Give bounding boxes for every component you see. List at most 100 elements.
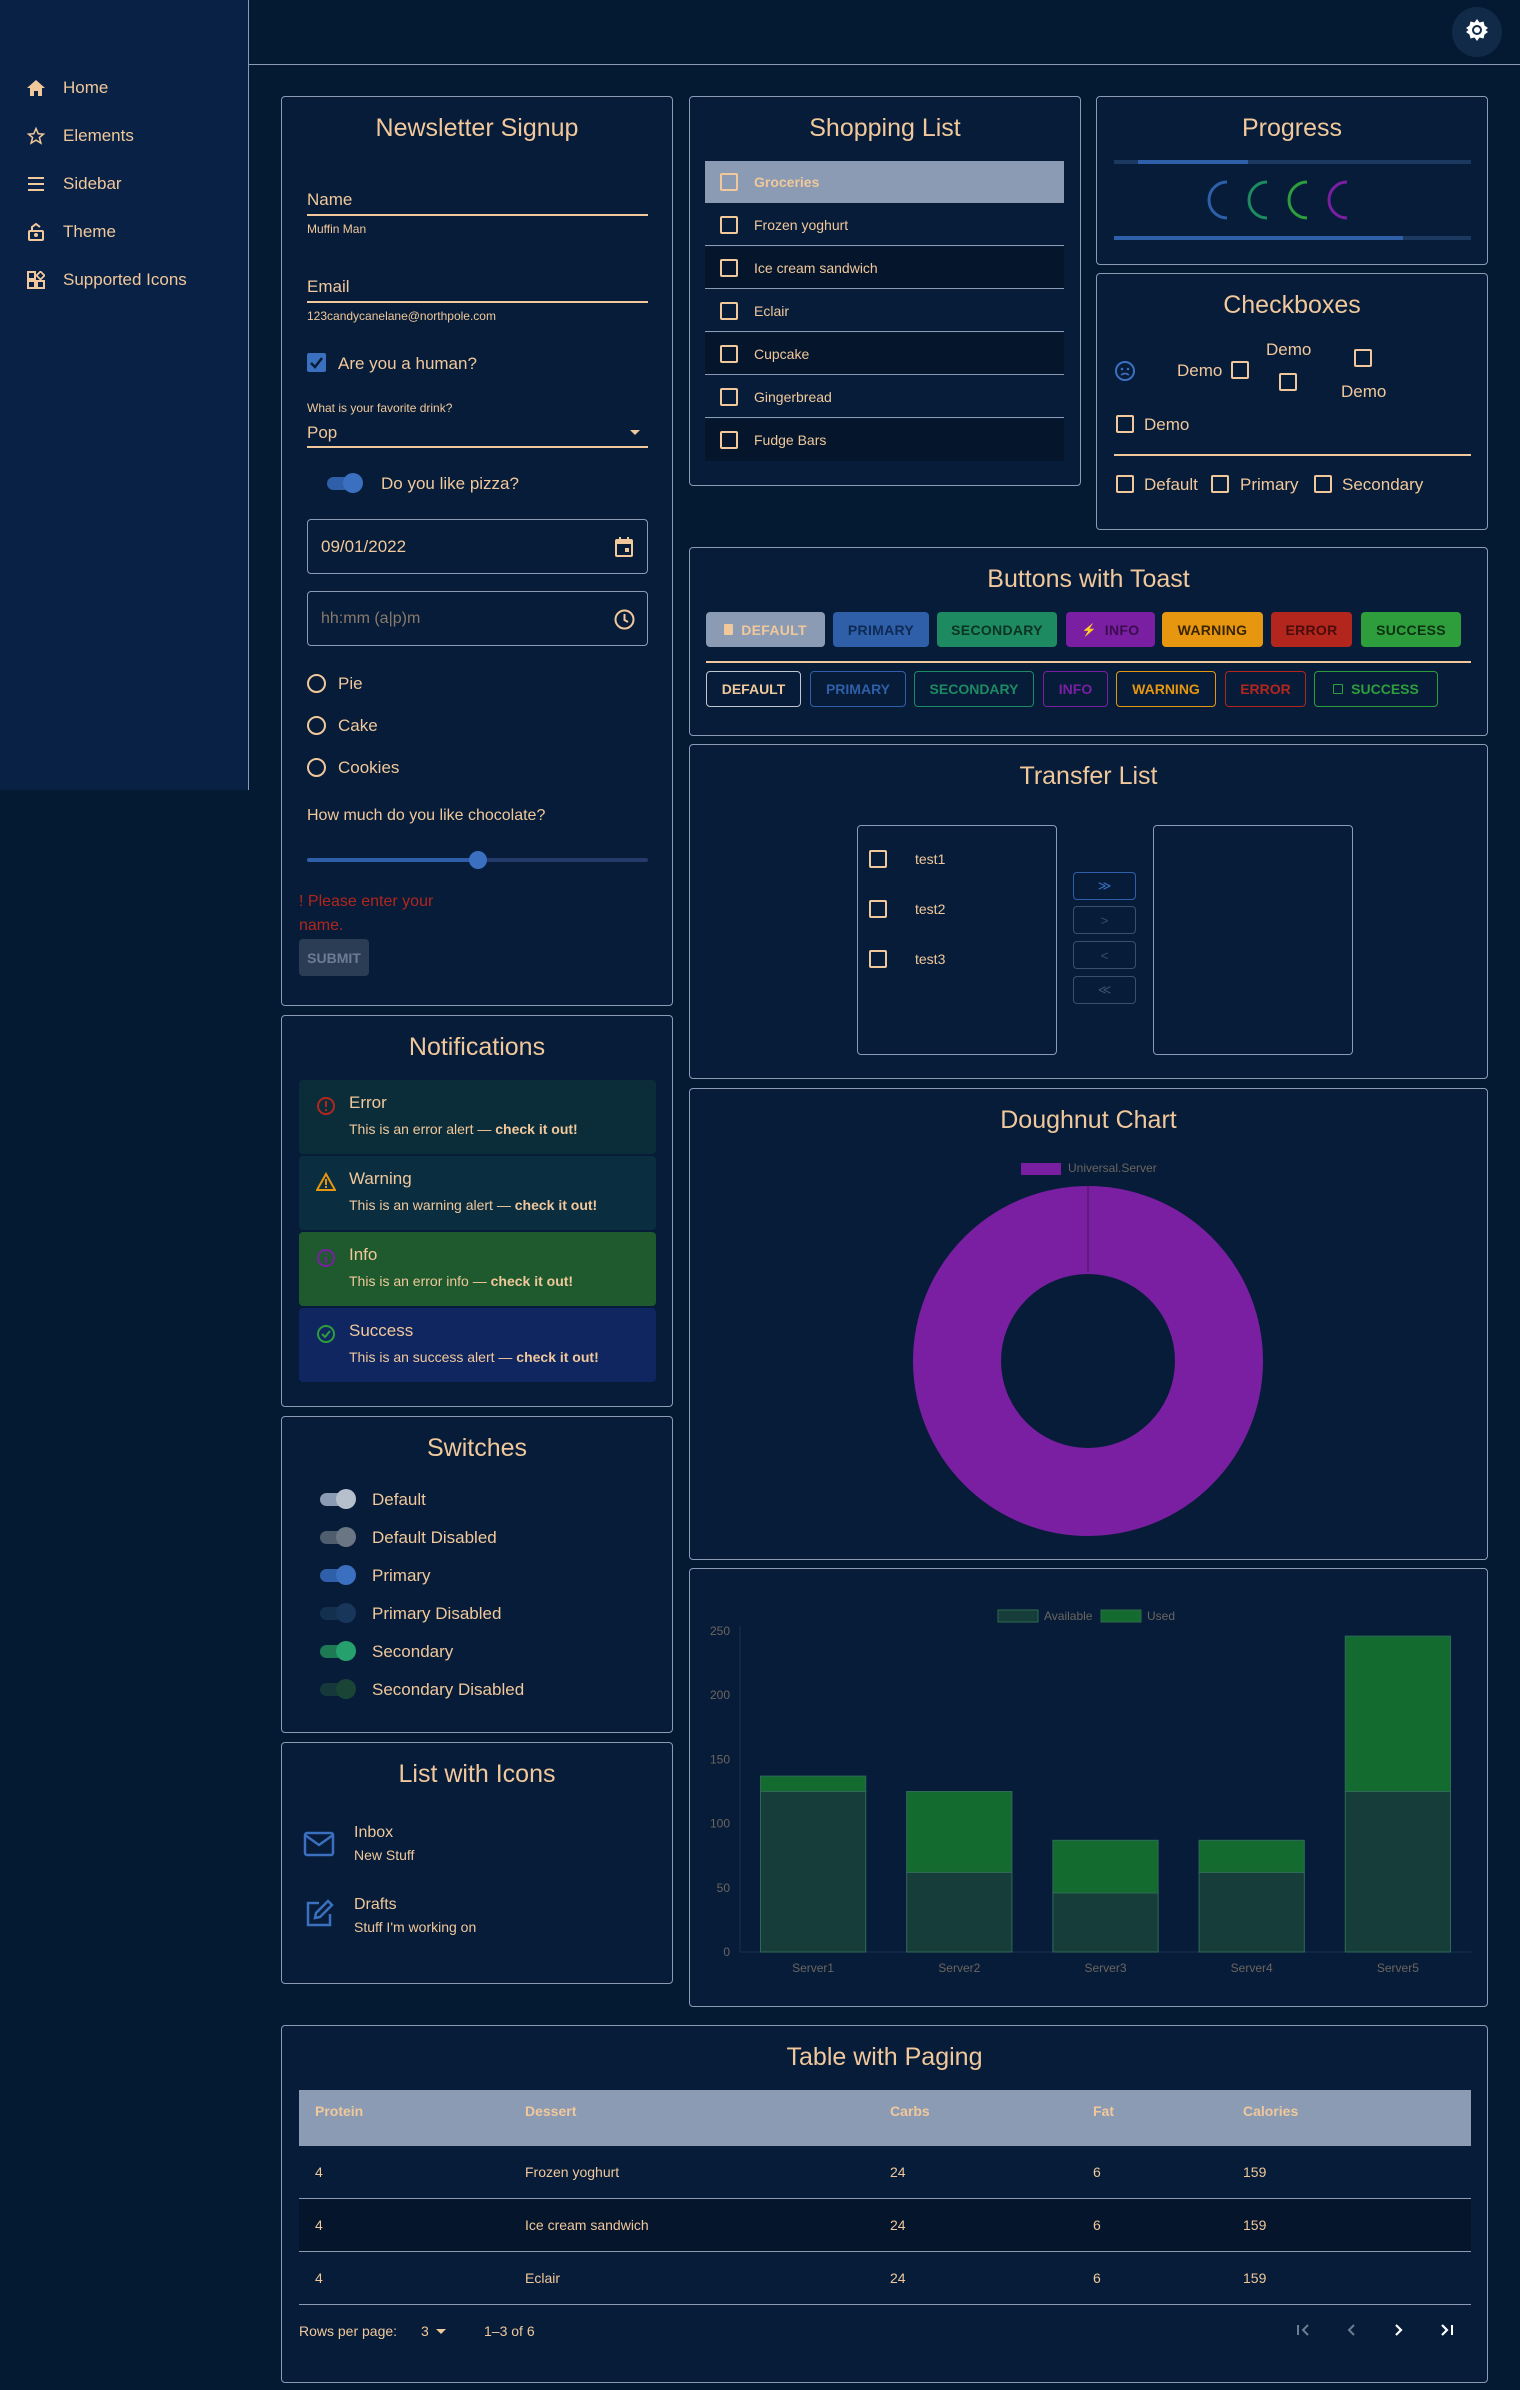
list-item[interactable]: Ice cream sandwich: [705, 247, 1064, 289]
info-outlined-button[interactable]: INFO: [1043, 671, 1108, 707]
pizza-switch[interactable]: [325, 471, 363, 495]
first-page-icon[interactable]: [1294, 2321, 1312, 2339]
transfer-item[interactable]: test3: [915, 951, 945, 967]
list-item[interactable]: Eclair: [705, 290, 1064, 332]
chocolate-slider-thumb[interactable]: [468, 851, 487, 869]
primary-outlined-button[interactable]: PRIMARY: [810, 671, 906, 707]
sidebar-item-home[interactable]: Home: [0, 68, 249, 108]
switch-default[interactable]: [318, 1487, 356, 1511]
default-button[interactable]: DEFAULT: [706, 612, 825, 647]
table-row[interactable]: [299, 2252, 1471, 2305]
save-icon: [1333, 684, 1344, 694]
switch-primary-disabled[interactable]: [318, 1601, 356, 1625]
success-outlined-button[interactable]: SUCCESS: [1314, 671, 1438, 707]
time-input[interactable]: hh:mm (a|p)m: [307, 591, 648, 646]
checkbox-demo-bottom[interactable]: [1354, 349, 1372, 367]
legend-label[interactable]: Available: [1044, 1609, 1093, 1623]
legend-label[interactable]: Universal.Server: [1068, 1161, 1157, 1175]
drink-select[interactable]: Pop: [307, 423, 337, 443]
checkbox[interactable]: [720, 215, 738, 234]
date-input[interactable]: 09/01/2022: [307, 519, 648, 574]
transfer-checkbox[interactable]: [869, 950, 887, 968]
sad-face-icon[interactable]: [1114, 360, 1136, 382]
success-button[interactable]: SUCCESS: [1361, 612, 1461, 647]
column-header[interactable]: Fat: [1093, 2103, 1114, 2119]
checkbox[interactable]: [720, 344, 738, 363]
transfer-checkbox[interactable]: [869, 900, 887, 918]
checkbox-demo-end[interactable]: [1231, 361, 1249, 379]
radio-cake[interactable]: [307, 716, 326, 735]
move-all-right-button[interactable]: ≫: [1073, 872, 1136, 900]
checkbox-primary[interactable]: [1211, 475, 1229, 493]
info-button[interactable]: ⚡ INFO: [1066, 612, 1155, 647]
list-item[interactable]: Fudge Bars: [705, 419, 1064, 461]
sidebar-item-theme[interactable]: Theme: [0, 212, 249, 252]
column-header[interactable]: Protein: [315, 2103, 363, 2119]
list-item[interactable]: Frozen yoghurt: [705, 204, 1064, 246]
clock-icon[interactable]: [614, 609, 635, 630]
switch-secondary[interactable]: [318, 1639, 356, 1663]
legend-label[interactable]: Used: [1147, 1609, 1175, 1623]
alert-description: This is an warning alert — check it out!: [349, 1197, 598, 1213]
human-checkbox[interactable]: [307, 353, 326, 372]
move-all-left-button[interactable]: ≪: [1073, 976, 1136, 1004]
secondary-button[interactable]: SECONDARY: [937, 612, 1057, 647]
checkbox-demo-start[interactable]: [1116, 415, 1134, 433]
move-selected-right-button[interactable]: >: [1073, 906, 1136, 934]
table-row[interactable]: [299, 2199, 1471, 2252]
email-field-label: Email: [307, 277, 350, 296]
checkbox[interactable]: [720, 301, 738, 320]
column-header[interactable]: Dessert: [525, 2103, 576, 2119]
sidebar-item-sidebar[interactable]: Sidebar: [0, 164, 249, 204]
switch-primary[interactable]: [318, 1563, 356, 1587]
default-outlined-button[interactable]: DEFAULT: [706, 671, 801, 707]
switch-default-disabled[interactable]: [318, 1525, 356, 1549]
list-item-inbox[interactable]: Inbox New Stuff: [299, 1818, 656, 1878]
transfer-checkbox[interactable]: [869, 850, 887, 868]
next-page-icon[interactable]: [1390, 2321, 1408, 2339]
transfer-item[interactable]: test1: [915, 851, 945, 867]
last-page-icon[interactable]: [1438, 2321, 1456, 2339]
sidebar-item-supported-icons[interactable]: Supported Icons: [0, 260, 249, 300]
name-field[interactable]: Muffin Man: [307, 222, 366, 236]
table-row[interactable]: [299, 2146, 1471, 2199]
switch-secondary-disabled[interactable]: [318, 1677, 356, 1701]
check-icon: [310, 357, 323, 369]
error-button[interactable]: ERROR: [1271, 612, 1352, 647]
checkbox-default[interactable]: [1116, 475, 1134, 493]
checkbox[interactable]: [720, 172, 738, 191]
sidebar-item-label: Theme: [63, 222, 116, 241]
list-item[interactable]: Cupcake: [705, 333, 1064, 375]
list-item[interactable]: Gingerbread: [705, 376, 1064, 418]
column-header[interactable]: Carbs: [890, 2103, 930, 2119]
shopping-header-row[interactable]: Groceries: [705, 161, 1064, 203]
checkbox[interactable]: [720, 387, 738, 406]
rows-per-page-select[interactable]: 3: [421, 2323, 429, 2339]
theme-toggle-button[interactable]: [1452, 7, 1502, 57]
radio-pie[interactable]: [307, 674, 326, 693]
column-header[interactable]: Calories: [1243, 2103, 1298, 2119]
list-item-drafts[interactable]: Drafts Stuff I'm working on: [299, 1890, 656, 1950]
checkbox-secondary[interactable]: [1314, 475, 1332, 493]
table-cell: 4: [315, 2217, 323, 2233]
radio-cookies[interactable]: [307, 758, 326, 777]
alert-title: Success: [349, 1321, 414, 1340]
transfer-item[interactable]: test2: [915, 901, 945, 917]
secondary-outlined-button[interactable]: SECONDARY: [914, 671, 1034, 707]
checkbox[interactable]: [720, 258, 738, 277]
move-selected-left-button[interactable]: <: [1073, 941, 1136, 969]
chevron-down-icon: [436, 2329, 446, 2334]
calendar-icon[interactable]: [615, 537, 633, 557]
checkbox[interactable]: [720, 431, 738, 449]
previous-page-icon[interactable]: [1342, 2321, 1360, 2339]
primary-button[interactable]: PRIMARY: [833, 612, 929, 647]
email-field[interactable]: 123candycanelane@northpole.com: [307, 309, 496, 323]
table-cell: 6: [1093, 2164, 1101, 2180]
circular-progress-success: [1287, 180, 1308, 220]
sidebar-item-elements[interactable]: Elements: [0, 116, 249, 156]
warning-button[interactable]: WARNING: [1162, 612, 1263, 647]
error-outlined-button[interactable]: ERROR: [1225, 671, 1306, 707]
submit-button[interactable]: SUBMIT: [299, 939, 369, 976]
checkbox-demo-top[interactable]: [1279, 373, 1297, 391]
warning-outlined-button[interactable]: WARNING: [1116, 671, 1216, 707]
